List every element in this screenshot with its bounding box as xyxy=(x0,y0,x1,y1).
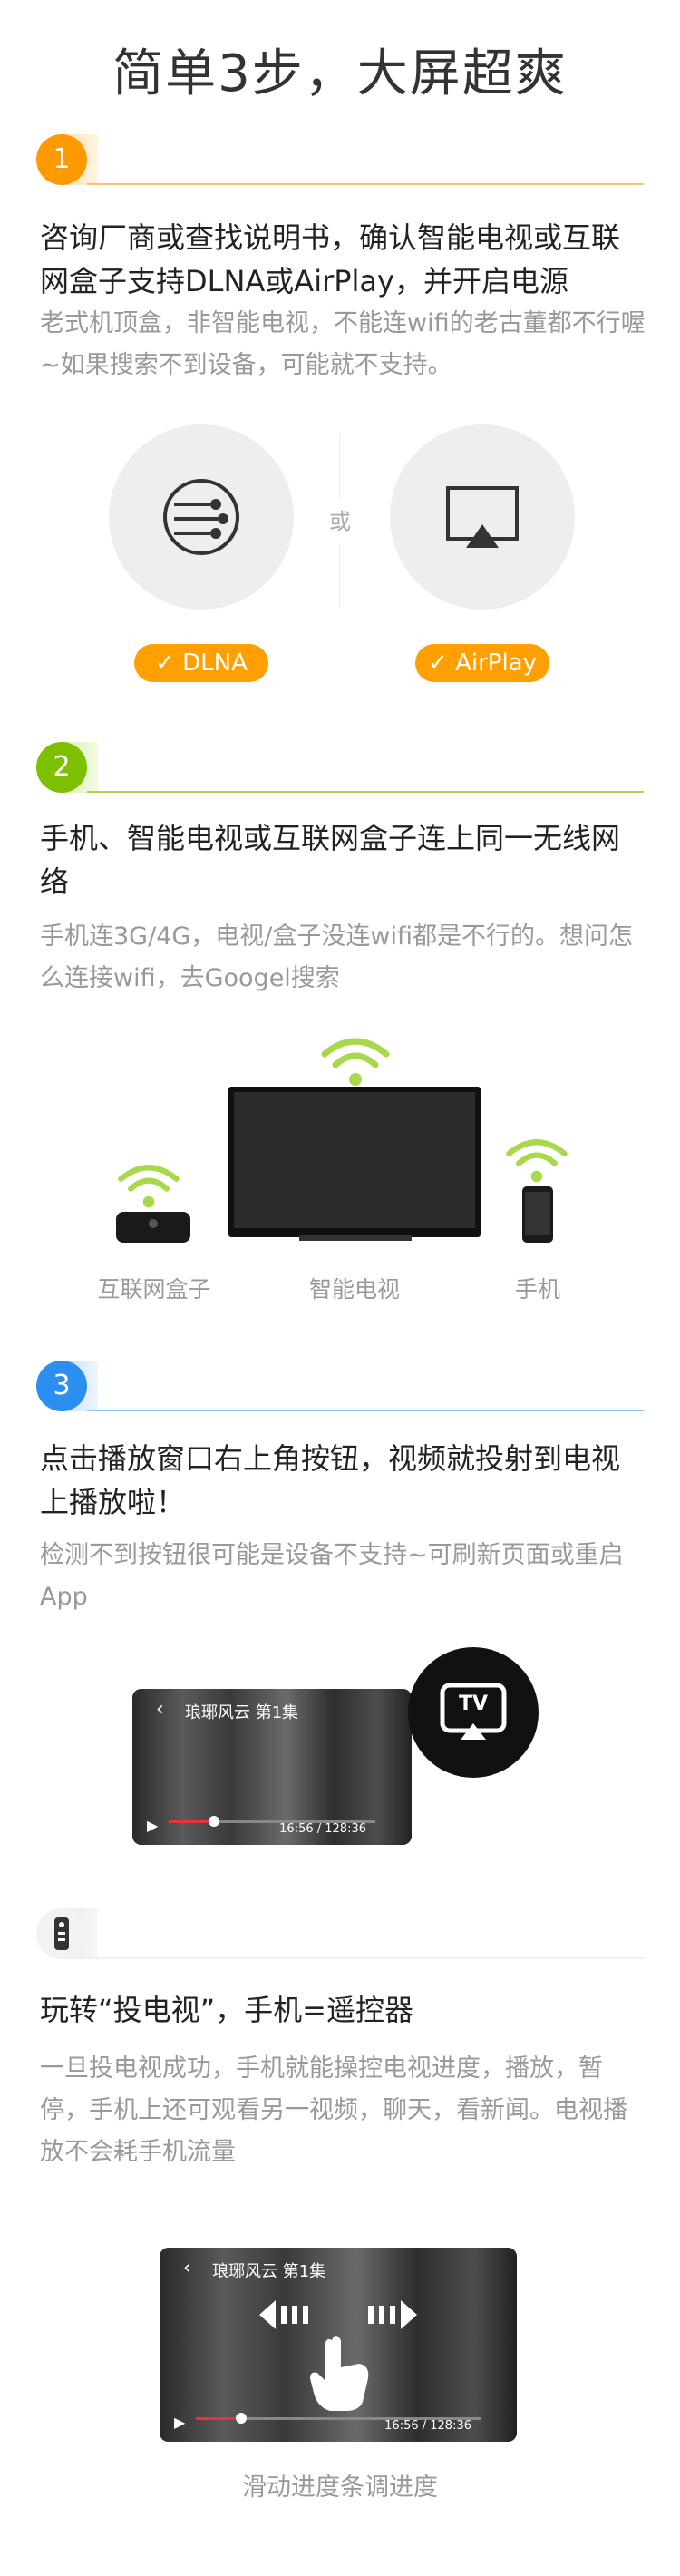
step-3-heading: 点击播放窗口右上角按钮，视频就投射到电视上播放啦！ xyxy=(40,1441,621,1519)
step-2-header: 2 xyxy=(36,742,644,793)
wifi-icon xyxy=(118,1165,180,1208)
device-label-tv: 智能电视 xyxy=(308,1276,400,1303)
step-1-badge: 1 xyxy=(36,134,87,185)
step-2-heading: 手机、智能电视或互联网盒子连上同一无线网络 xyxy=(40,821,621,899)
progress-fill xyxy=(196,2417,242,2420)
dlna-badge: ✓ DLNA xyxy=(134,644,268,682)
check-icon: ✓ xyxy=(428,649,448,677)
step-2-badge: 2 xyxy=(36,742,87,793)
video-title: 琅琊风云 第1集 xyxy=(212,2262,326,2281)
step-3-description: 检测不到按钮很可能是设备不支持~可刷新页面或重启App xyxy=(40,1541,624,1611)
step-2-line xyxy=(87,791,644,793)
divider-top xyxy=(339,435,340,499)
dlna-label: DLNA xyxy=(182,649,248,677)
airplay-badge: ✓ AirPlay xyxy=(415,644,549,682)
internet-box-icon xyxy=(116,1212,190,1243)
tv-cast-label: TV xyxy=(458,1693,489,1715)
device-label-phone: 手机 xyxy=(514,1276,560,1303)
step-4-caption: 滑动进度条调进度 xyxy=(242,2474,438,2502)
video-title: 琅琊风云 第1集 xyxy=(185,1703,299,1722)
video-player-step4[interactable]: ‹ 琅琊风云 第1集 ▶ 16:56 / 128:36 xyxy=(160,2248,517,2442)
tv-stand xyxy=(299,1235,412,1241)
video-player-step3[interactable]: ‹ 琅琊风云 第1集 ▶ 16:56 / 128:36 xyxy=(132,1689,412,1845)
step-1-description: 老式机顶盒，非智能电视，不能连wifi的老古董都不行喔~如果搜索不到设备，可能就… xyxy=(40,309,646,379)
device-label-box: 互联网盒子 xyxy=(97,1276,211,1303)
smart-tv-icon xyxy=(228,1087,481,1237)
dlna-circle xyxy=(109,424,294,610)
airplay-label: AirPlay xyxy=(455,649,537,677)
remote-icon xyxy=(54,1917,69,1950)
step-4-header xyxy=(36,1908,644,1959)
airplay-circle xyxy=(390,424,575,610)
step-3-line xyxy=(87,1410,644,1411)
step-3-header: 3 xyxy=(36,1361,644,1411)
back-icon[interactable]: ‹ xyxy=(156,1698,164,1721)
back-icon[interactable]: ‹ xyxy=(183,2257,191,2279)
play-icon[interactable]: ▶ xyxy=(174,2414,185,2431)
page-title: 简单3步，大屏超爽 xyxy=(112,44,568,103)
step-4-heading: 玩转“投电视”，手机=遥控器 xyxy=(40,1993,413,2027)
wifi-icon xyxy=(506,1139,568,1183)
step-1-header: 1 xyxy=(36,134,644,185)
tv-cast-button[interactable]: TV xyxy=(408,1647,539,1778)
forward-arrow-icon xyxy=(368,2300,417,2329)
progress-fill xyxy=(169,1820,215,1823)
swipe-hand-icon xyxy=(310,2336,369,2411)
step-1-line xyxy=(87,183,644,185)
step-2-description: 手机连3G/4G，电视/盒子没连wifi都是不行的。想问怎么连接wifi，去Go… xyxy=(40,922,633,992)
step-3-badge: 3 xyxy=(36,1361,87,1411)
wifi-icon xyxy=(321,1038,390,1086)
rewind-arrow-icon xyxy=(259,2300,308,2329)
divider-bottom xyxy=(339,544,340,608)
phone-icon xyxy=(522,1186,553,1243)
step-4-description: 一旦投电视成功，手机就能操控电视进度，播放，暂停，手机上还可观看另一视频，聊天，… xyxy=(40,2054,627,2166)
video-time: 16:56 / 128:36 xyxy=(279,1822,366,1836)
check-icon: ✓ xyxy=(155,649,175,677)
video-time: 16:56 / 128:36 xyxy=(384,2419,471,2433)
step-1-heading: 咨询厂商或查找说明书，确认智能电视或互联网盒子支持DLNA或AirPlay，并开… xyxy=(40,220,621,298)
play-icon[interactable]: ▶ xyxy=(147,1817,158,1834)
step-4-line xyxy=(87,1957,644,1959)
or-label: 或 xyxy=(329,509,351,534)
airplay-icon xyxy=(446,486,519,548)
step-4-badge xyxy=(36,1908,87,1959)
dlna-icon xyxy=(163,479,239,555)
